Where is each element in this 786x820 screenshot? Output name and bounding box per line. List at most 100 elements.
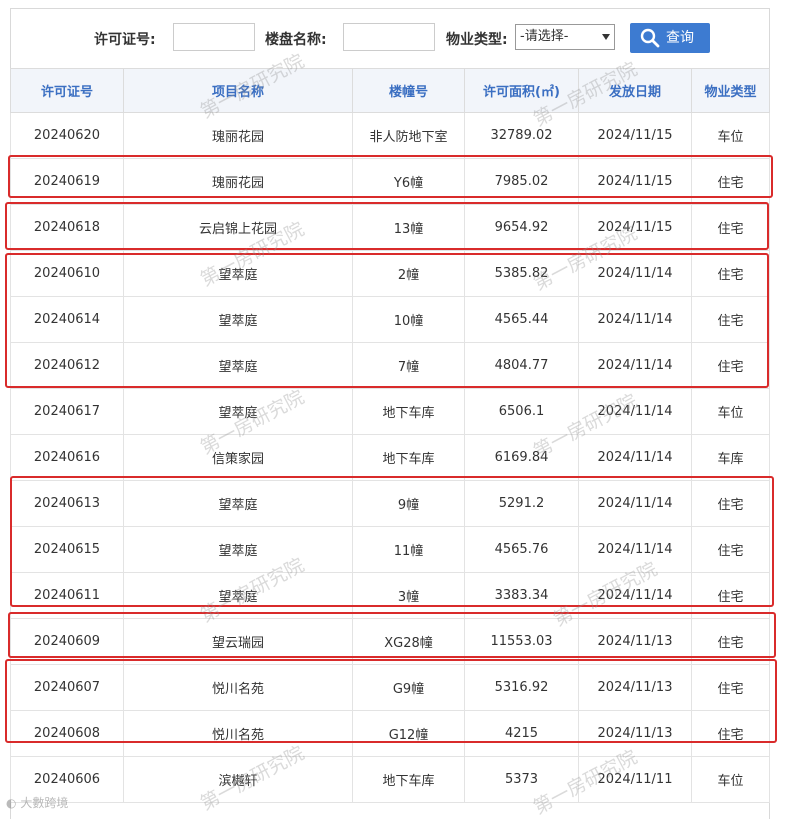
project-name-cell: 信策家园 <box>123 434 353 481</box>
table-row[interactable]: 20240615 望萃庭 11幢 4565.76 2024/11/14 住宅 <box>10 526 770 573</box>
permit-no-cell: 20240607 <box>10 664 124 711</box>
issue-date-cell: 2024/11/14 <box>578 480 692 527</box>
project-name-cell: 云启锦上花园 <box>123 204 353 251</box>
project-name-cell: 望萃庭 <box>123 480 353 527</box>
property-type-cell: 住宅 <box>691 480 770 527</box>
search-icon <box>640 28 660 48</box>
issue-date-cell: 2024/11/14 <box>578 526 692 573</box>
table-row[interactable]: 20240607 悦川名苑 G9幢 5316.92 2024/11/13 住宅 <box>10 664 770 711</box>
issue-date-cell: 2024/11/13 <box>578 710 692 757</box>
permit-no-cell: 20240617 <box>10 388 124 435</box>
type-select-value: -请选择- <box>520 29 569 44</box>
search-button-label: 查询 <box>666 30 694 46</box>
permit-area-cell: 5385.82 <box>464 250 579 297</box>
building-no-cell: Y6幢 <box>352 158 465 205</box>
building-no-cell: 13幢 <box>352 204 465 251</box>
permit-area-cell: 9654.92 <box>464 204 579 251</box>
building-no-cell: XG28幢 <box>352 618 465 665</box>
permit-label: 许可证号: <box>94 32 156 48</box>
property-type-cell: 住宅 <box>691 204 770 251</box>
issue-date-cell: 2024/11/13 <box>578 664 692 711</box>
building-no-cell: 3幢 <box>352 572 465 619</box>
permit-input[interactable] <box>173 23 255 51</box>
header-permit-area[interactable]: 许可面积(㎡) <box>464 68 579 113</box>
header-permit-no[interactable]: 许可证号 <box>10 68 124 113</box>
table-row[interactable]: 20240606 滨樾轩 地下车库 5373 2024/11/11 车位 <box>10 756 770 803</box>
search-button[interactable]: 查询 <box>630 23 710 53</box>
property-type-cell: 车库 <box>691 434 770 481</box>
issue-date-cell: 2024/11/14 <box>578 342 692 389</box>
permit-no-cell: 20240614 <box>10 296 124 343</box>
table-row[interactable]: 20240617 望萃庭 地下车库 6506.1 2024/11/14 车位 <box>10 388 770 435</box>
property-type-cell: 住宅 <box>691 664 770 711</box>
property-type-cell: 车位 <box>691 388 770 435</box>
building-no-cell: 地下车库 <box>352 388 465 435</box>
property-type-cell: 住宅 <box>691 342 770 389</box>
issue-date-cell: 2024/11/13 <box>578 618 692 665</box>
header-issue-date[interactable]: 发放日期 <box>578 68 692 113</box>
table-row[interactable]: 20240613 望萃庭 9幢 5291.2 2024/11/14 住宅 <box>10 480 770 527</box>
table-row[interactable]: 20240610 望萃庭 2幢 5385.82 2024/11/14 住宅 <box>10 250 770 297</box>
property-type-cell: 车位 <box>691 756 770 803</box>
building-no-cell: 11幢 <box>352 526 465 573</box>
permit-area-cell: 6169.84 <box>464 434 579 481</box>
table-row[interactable]: 20240616 信策家园 地下车库 6169.84 2024/11/14 车库 <box>10 434 770 481</box>
property-type-cell: 车位 <box>691 112 770 159</box>
issue-date-cell: 2024/11/11 <box>578 756 692 803</box>
search-bar: 许可证号: 楼盘名称: 物业类型: -请选择- 查询 <box>10 8 768 68</box>
table-row[interactable]: 20240614 望萃庭 10幢 4565.44 2024/11/14 住宅 <box>10 296 770 343</box>
permit-no-cell: 20240615 <box>10 526 124 573</box>
header-property-type[interactable]: 物业类型 <box>691 68 770 113</box>
permit-no-cell: 20240610 <box>10 250 124 297</box>
project-name-cell: 望云瑞园 <box>123 618 353 665</box>
type-select[interactable]: -请选择- <box>515 24 615 50</box>
property-type-cell: 住宅 <box>691 710 770 757</box>
building-no-cell: 地下车库 <box>352 756 465 803</box>
issue-date-cell: 2024/11/14 <box>578 388 692 435</box>
permit-no-cell: 20240608 <box>10 710 124 757</box>
issue-date-cell: 2024/11/14 <box>578 572 692 619</box>
type-label: 物业类型: <box>446 32 508 48</box>
table-row[interactable]: 20240620 瑰丽花园 非人防地下室 32789.02 2024/11/15 车位 <box>10 112 770 159</box>
building-no-cell: 9幢 <box>352 480 465 527</box>
table-row[interactable]: 20240609 望云瑞园 XG28幢 11553.03 2024/11/13 住宅 <box>10 618 770 665</box>
permit-no-cell: 20240620 <box>10 112 124 159</box>
project-name-cell: 望萃庭 <box>123 250 353 297</box>
building-no-cell: 10幢 <box>352 296 465 343</box>
building-no-cell: G12幢 <box>352 710 465 757</box>
permit-area-cell: 4215 <box>464 710 579 757</box>
project-name-cell: 望萃庭 <box>123 296 353 343</box>
table-row[interactable]: 20240612 望萃庭 7幢 4804.77 2024/11/14 住宅 <box>10 342 770 389</box>
project-name-cell: 望萃庭 <box>123 526 353 573</box>
issue-date-cell: 2024/11/15 <box>578 204 692 251</box>
project-name-cell: 望萃庭 <box>123 388 353 435</box>
building-no-cell: 2幢 <box>352 250 465 297</box>
permit-area-cell: 5373 <box>464 756 579 803</box>
project-name-cell: 悦川名苑 <box>123 664 353 711</box>
property-type-cell: 住宅 <box>691 158 770 205</box>
header-building-no[interactable]: 楼幢号 <box>352 68 465 113</box>
permit-no-cell: 20240611 <box>10 572 124 619</box>
permit-no-cell: 20240618 <box>10 204 124 251</box>
issue-date-cell: 2024/11/15 <box>578 158 692 205</box>
header-project-name[interactable]: 项目名称 <box>123 68 353 113</box>
table-row[interactable]: 20240619 瑰丽花园 Y6幢 7985.02 2024/11/15 住宅 <box>10 158 770 205</box>
project-name-cell: 悦川名苑 <box>123 710 353 757</box>
project-input[interactable] <box>343 23 435 51</box>
permit-area-cell: 3383.34 <box>464 572 579 619</box>
permit-area-cell: 7985.02 <box>464 158 579 205</box>
permit-no-cell: 20240613 <box>10 480 124 527</box>
issue-date-cell: 2024/11/14 <box>578 296 692 343</box>
permit-area-cell: 32789.02 <box>464 112 579 159</box>
permit-area-cell: 4804.77 <box>464 342 579 389</box>
table-row[interactable]: 20240618 云启锦上花园 13幢 9654.92 2024/11/15 住宅 <box>10 204 770 251</box>
permit-no-cell: 20240619 <box>10 158 124 205</box>
table-row[interactable]: 20240608 悦川名苑 G12幢 4215 2024/11/13 住宅 <box>10 710 770 757</box>
table-row[interactable]: 20240611 望萃庭 3幢 3383.34 2024/11/14 住宅 <box>10 572 770 619</box>
permit-table: 许可证号 项目名称 楼幢号 许可面积(㎡) 发放日期 物业类型 20240620… <box>10 68 770 803</box>
chevron-down-icon <box>602 34 610 40</box>
permit-area-cell: 4565.44 <box>464 296 579 343</box>
wechat-icon: ◐ <box>6 796 17 810</box>
issue-date-cell: 2024/11/14 <box>578 250 692 297</box>
permit-no-cell: 20240612 <box>10 342 124 389</box>
